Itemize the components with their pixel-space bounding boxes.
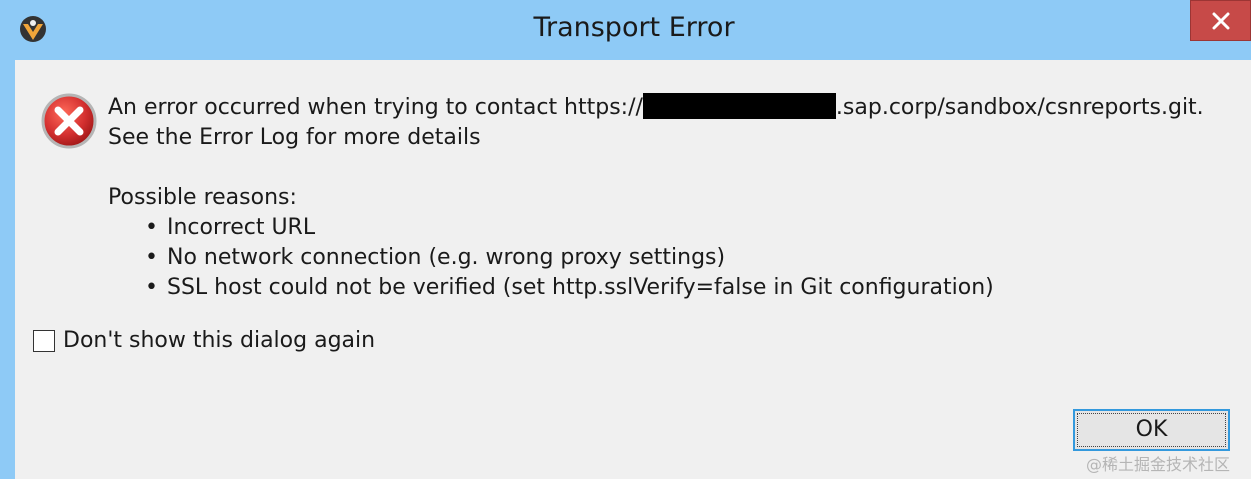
reason-text: SSL host could not be verified (set http… — [167, 275, 994, 300]
reason-item: • No network connection (e.g. wrong prox… — [145, 243, 725, 273]
dont-show-again-label[interactable]: Don't show this dialog again — [63, 326, 375, 356]
bullet: • — [145, 275, 158, 300]
dialog-title: Transport Error — [533, 12, 735, 43]
error-icon — [41, 93, 97, 149]
bullet: • — [145, 245, 158, 270]
watermark: @稀土掘金技术社区 — [1086, 455, 1231, 474]
transport-error-dialog: Transport Error An error occurred when t… — [0, 0, 1251, 479]
reason-text: Incorrect URL — [167, 215, 316, 240]
reason-item: • Incorrect URL — [145, 213, 315, 243]
dont-show-again-checkbox[interactable] — [33, 330, 55, 352]
error-message-line2: See the Error Log for more details — [108, 125, 481, 150]
reasons-heading: Possible reasons: — [108, 185, 297, 210]
close-icon — [1212, 12, 1230, 30]
reason-item: • SSL host could not be verified (set ht… — [145, 273, 994, 303]
reason-text: No network connection (e.g. wrong proxy … — [167, 245, 726, 270]
title-bar[interactable]: Transport Error — [0, 0, 1251, 60]
bullet: • — [145, 215, 158, 240]
redacted-host — [642, 93, 836, 119]
error-message-suffix: .sap.corp/sandbox/csnreports.git. — [835, 95, 1204, 120]
ok-button[interactable]: OK — [1073, 409, 1230, 451]
close-button[interactable] — [1190, 0, 1251, 41]
error-message-prefix: An error occurred when trying to contact… — [108, 95, 643, 120]
error-message-line1: An error occurred when trying to contact… — [108, 93, 1204, 123]
